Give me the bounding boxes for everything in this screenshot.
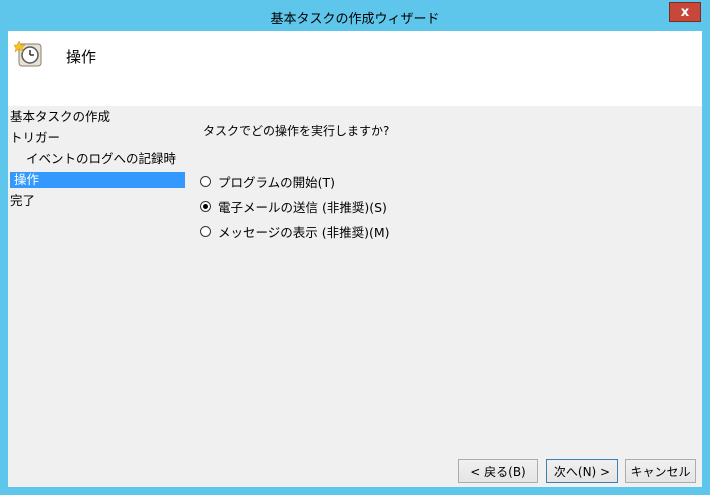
option-label: 電子メールの送信 (非推奨)(S): [218, 199, 387, 215]
step-create-basic-task[interactable]: 基本タスクの作成: [10, 109, 110, 125]
radio-send-email[interactable]: [200, 200, 211, 212]
option-display-message[interactable]: メッセージの表示 (非推奨)(M): [200, 222, 390, 240]
next-button[interactable]: 次へ(N) >: [546, 459, 618, 483]
task-scheduler-clock-icon: [12, 39, 46, 71]
wizard-steps: 基本タスクの作成 トリガー イベントのログへの記録時 操作 完了: [8, 106, 188, 306]
wizard-header: 操作: [8, 31, 702, 106]
cancel-button[interactable]: キャンセル: [625, 459, 696, 483]
step-action[interactable]: 操作: [10, 172, 185, 188]
radio-start-program[interactable]: [200, 175, 211, 187]
close-button[interactable]: x: [669, 2, 701, 22]
wizard-client-area: 操作 基本タスクの作成 トリガー イベントのログへの記録時 操作 完了 タスクで…: [8, 31, 702, 487]
window-title: 基本タスクの作成ウィザード: [270, 12, 440, 27]
step-finish[interactable]: 完了: [10, 193, 35, 209]
radio-display-message[interactable]: [200, 225, 211, 237]
wizard-window: 基本タスクの作成ウィザード x 操作 基本タスクの作成 トリガー イベントのログ…: [0, 0, 710, 495]
option-start-program[interactable]: プログラムの開始(T): [200, 172, 335, 190]
back-button[interactable]: < 戻る(B): [458, 459, 538, 483]
step-event-log[interactable]: イベントのログへの記録時: [26, 151, 176, 167]
option-label: プログラムの開始(T): [218, 174, 336, 190]
page-title: 操作: [66, 48, 97, 66]
title-bar[interactable]: 基本タスクの作成ウィザード x: [0, 0, 710, 31]
step-trigger[interactable]: トリガー: [10, 130, 60, 146]
option-label: メッセージの表示 (非推奨)(M): [218, 224, 390, 240]
option-send-email[interactable]: 電子メールの送信 (非推奨)(S): [200, 197, 387, 215]
action-question: タスクでどの操作を実行しますか?: [203, 124, 390, 138]
close-icon: x: [680, 4, 690, 20]
